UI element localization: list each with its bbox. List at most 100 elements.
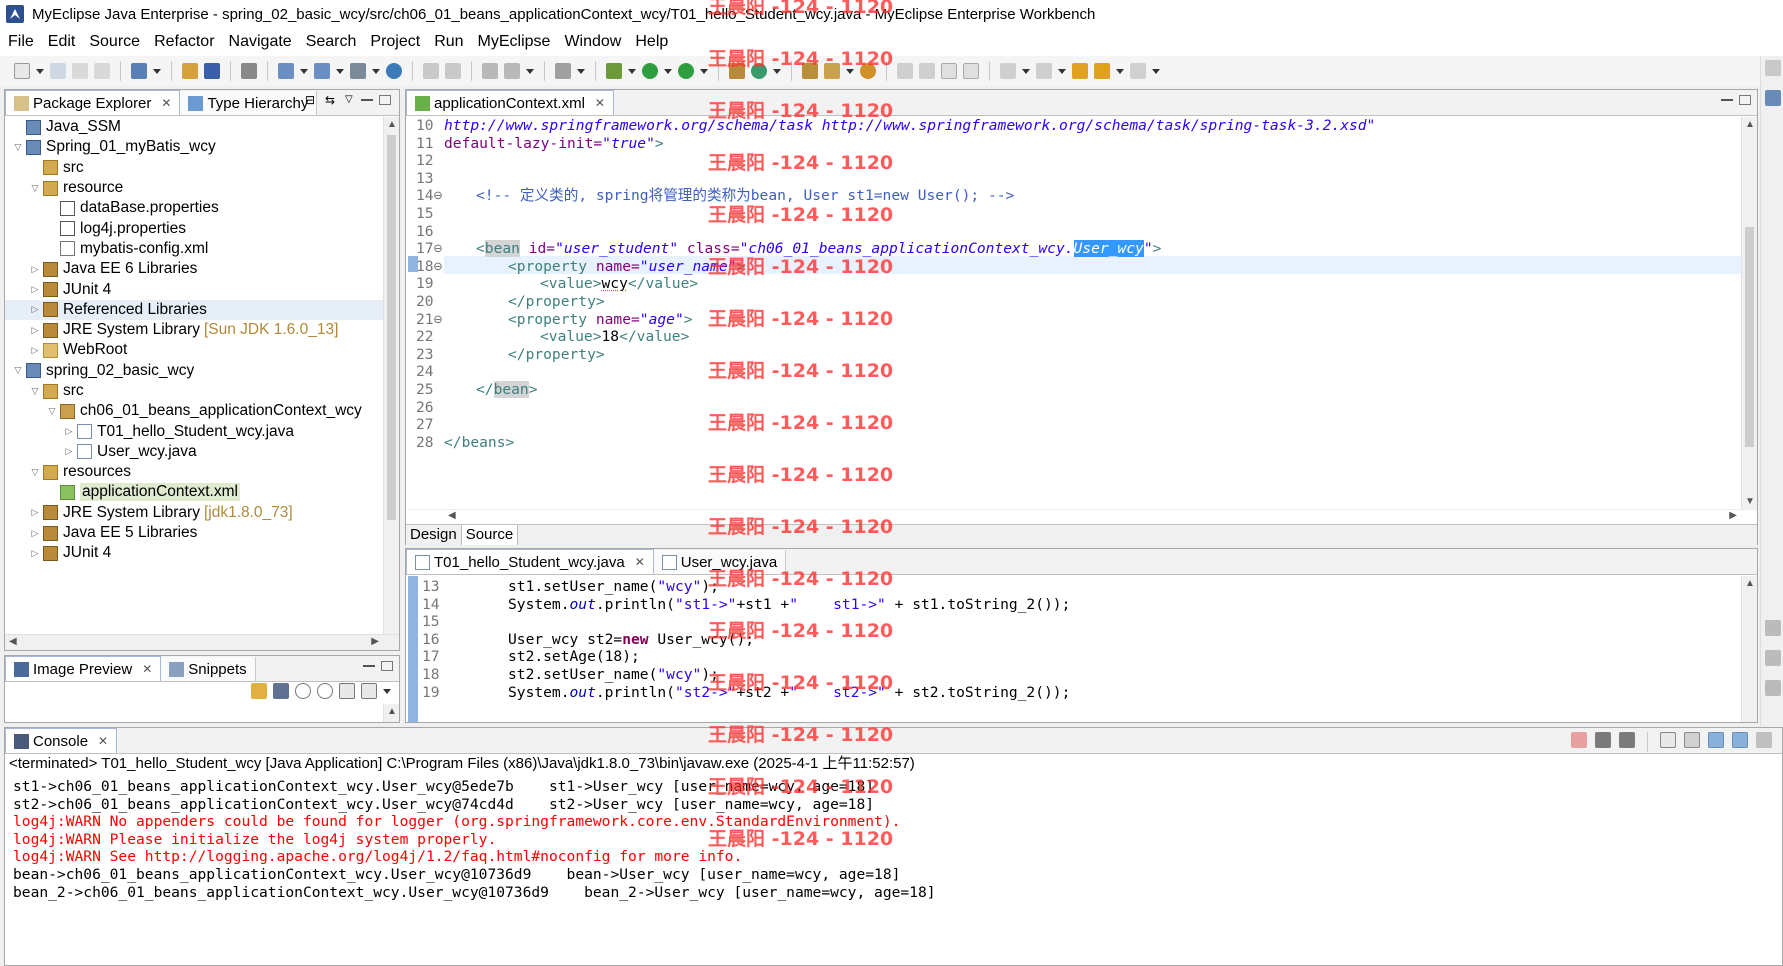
tree-item[interactable]: ▽ resources <box>5 462 385 482</box>
display-selected-console-icon[interactable] <box>1732 732 1748 748</box>
fit-window-icon[interactable] <box>361 683 377 699</box>
tab-image-preview[interactable]: Image Preview ✕ <box>5 656 162 681</box>
expand-toggle-icon[interactable]: ▽ <box>30 467 40 478</box>
new-icon[interactable] <box>14 63 30 79</box>
search-icon[interactable] <box>824 63 840 79</box>
open-browser-dropdown-icon[interactable] <box>336 63 344 79</box>
scroll-lock-icon[interactable] <box>1684 732 1700 748</box>
tree-item[interactable]: ▽ src <box>5 381 385 401</box>
expand-toggle-icon[interactable]: ▷ <box>30 507 40 518</box>
new-package-dropdown-icon[interactable] <box>773 63 781 79</box>
scroll-thumb[interactable] <box>387 135 396 520</box>
tree-item[interactable]: log4j.properties <box>5 218 385 238</box>
menu-edit[interactable]: Edit <box>48 33 76 51</box>
annotation-icon[interactable] <box>897 63 913 79</box>
tab-package-explorer[interactable]: Package Explorer ✕ <box>5 90 181 115</box>
new-class-dropdown-icon[interactable] <box>372 63 380 79</box>
toggle-block-icon[interactable] <box>941 63 957 79</box>
zoom-in-icon[interactable] <box>317 683 333 699</box>
tree-item[interactable]: ▷ JRE System Library [jdk1.8.0_73] <box>5 503 385 523</box>
menu-run[interactable]: Run <box>434 33 463 51</box>
open-type-icon[interactable] <box>504 63 520 79</box>
xml-editor-horizontal-scrollbar[interactable]: ◀ ▶ <box>406 509 1757 523</box>
tree-item[interactable]: ▽ spring_02_basic_wcy <box>5 361 385 381</box>
open-console-icon[interactable] <box>1756 732 1772 748</box>
tree-item[interactable]: dataBase.properties <box>5 198 385 218</box>
run-dropdown-icon[interactable] <box>664 63 672 79</box>
expand-toggle-icon[interactable]: ▽ <box>13 142 23 153</box>
expand-toggle-icon[interactable]: ▷ <box>30 284 40 295</box>
expand-toggle-icon[interactable]: ▽ <box>47 406 57 417</box>
link-with-editor-icon[interactable]: ⇆ <box>325 94 339 106</box>
tab-t01-hello-student-wcy-java[interactable]: T01_hello_Student_wcy.java ✕ <box>406 549 654 574</box>
close-icon[interactable]: ✕ <box>595 96 605 110</box>
tab-snippets[interactable]: Snippets <box>161 657 256 681</box>
clear-console-icon[interactable] <box>1660 732 1676 748</box>
globe-icon[interactable] <box>386 63 402 79</box>
deploy-icon[interactable] <box>182 63 198 79</box>
refresh-icon[interactable] <box>251 683 267 699</box>
open-folder-icon[interactable] <box>802 63 818 79</box>
previous-annotation-dropdown-icon[interactable] <box>1058 63 1066 79</box>
scroll-up-icon[interactable]: ▲ <box>387 706 397 717</box>
java-editor-scrollbar[interactable]: ▲ <box>1741 576 1757 722</box>
tree-item[interactable]: mybatis-config.xml <box>5 239 385 259</box>
menu-project[interactable]: Project <box>370 33 420 51</box>
view-menu-dropdown-icon[interactable] <box>383 683 391 699</box>
tree-item[interactable]: ▽ Spring_01_myBatis_wcy <box>5 137 385 157</box>
tree-item[interactable]: ▷ User_wcy.java <box>5 442 385 462</box>
expand-toggle-icon[interactable]: ▷ <box>64 446 74 457</box>
fit-image-icon[interactable] <box>273 683 289 699</box>
new-server-dropdown-icon[interactable] <box>300 63 308 79</box>
tree-item[interactable]: ▷ Referenced Libraries <box>5 299 385 320</box>
new-wizard-icon[interactable] <box>482 63 498 79</box>
bookmark-icon[interactable] <box>860 63 876 79</box>
tree-item[interactable]: ▷ Java EE 6 Libraries <box>5 259 385 279</box>
save-all-icon[interactable] <box>72 63 88 79</box>
expand-toggle-icon[interactable]: ▷ <box>64 426 74 437</box>
debug-icon[interactable] <box>606 63 622 79</box>
minimized-view-icon[interactable] <box>1765 620 1781 636</box>
collapse-all-icon[interactable]: ⊟ <box>305 94 319 106</box>
previous-annotation-icon[interactable] <box>1036 63 1052 79</box>
maximize-icon[interactable] <box>381 661 393 671</box>
scroll-thumb[interactable] <box>1745 227 1754 447</box>
expand-toggle-icon[interactable]: ▷ <box>30 345 40 356</box>
scroll-up-icon[interactable]: ▲ <box>387 119 397 130</box>
run-external-tools-icon[interactable] <box>678 63 694 79</box>
open-console-icon[interactable] <box>555 63 571 79</box>
close-icon[interactable]: ✕ <box>142 662 152 676</box>
next-annotation-dropdown-icon[interactable] <box>1022 63 1030 79</box>
minimized-view-icon[interactable] <box>1765 650 1781 666</box>
tree-item[interactable]: ▷ JUnit 4 <box>5 279 385 299</box>
expand-toggle-icon[interactable]: ▷ <box>30 304 40 315</box>
tree-item[interactable]: Java_SSM <box>5 117 385 137</box>
tree-item[interactable]: ▷ Java EE 5 Libraries <box>5 523 385 543</box>
new-java-project-icon[interactable] <box>729 63 745 79</box>
forward-icon[interactable] <box>1130 63 1146 79</box>
back-icon[interactable] <box>1094 63 1110 79</box>
new-web-project-icon[interactable] <box>131 63 147 79</box>
terminate-icon[interactable] <box>1571 732 1587 748</box>
forward-dropdown-icon[interactable] <box>1152 63 1160 79</box>
new-server-icon[interactable] <box>278 63 294 79</box>
expand-toggle-icon[interactable]: ▷ <box>30 548 40 559</box>
console-output[interactable]: st1->ch06_01_beans_applicationContext_wc… <box>5 774 1782 965</box>
last-edit-location-icon[interactable] <box>1072 63 1088 79</box>
next-annotation-icon[interactable] <box>1000 63 1016 79</box>
tab-application-context-xml[interactable]: applicationContext.xml ✕ <box>406 90 614 115</box>
scroll-left-icon[interactable]: ◀ <box>9 636 17 647</box>
new-class-icon[interactable] <box>350 63 366 79</box>
save-icon[interactable] <box>50 63 66 79</box>
new-package-icon[interactable] <box>751 63 767 79</box>
menu-help[interactable]: Help <box>635 33 668 51</box>
maximize-icon[interactable] <box>1739 95 1751 105</box>
menu-search[interactable]: Search <box>306 33 357 51</box>
image-preview-scrollbar[interactable]: ▲ <box>383 704 399 722</box>
remove-all-terminated-icon[interactable] <box>1619 732 1635 748</box>
open-browser-icon[interactable] <box>314 63 330 79</box>
tab-user-wcy-java[interactable]: User_wcy.java <box>653 550 787 574</box>
pin-console-icon[interactable] <box>1708 732 1724 748</box>
maximize-icon[interactable] <box>379 95 391 105</box>
run-external-tools-dropdown-icon[interactable] <box>700 63 708 79</box>
